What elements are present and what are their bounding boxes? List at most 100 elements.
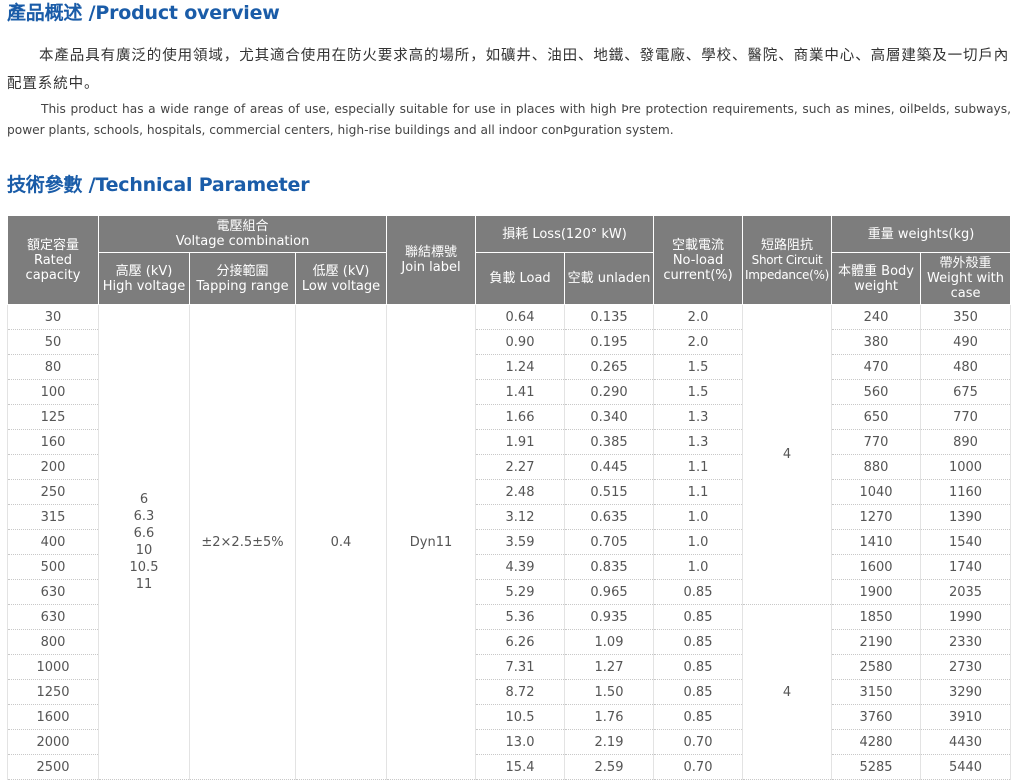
cell-load: 6.26	[475, 629, 566, 655]
product-overview-title: 產品概述 /Product overview	[7, 2, 280, 24]
header-tapping-range-en: Tapping range	[196, 278, 289, 294]
cell-no-load-current: 1.3	[653, 404, 744, 430]
cell-body-weight: 650	[831, 404, 922, 430]
cell-no-load-current: 1.0	[653, 504, 744, 530]
cell-capacity: 30	[7, 304, 99, 330]
cell-load: 0.90	[475, 329, 566, 355]
cell-unladen: 1.09	[564, 629, 655, 655]
cell-body-weight: 470	[831, 354, 922, 380]
header-low-voltage-en: Low voltage	[301, 278, 381, 294]
technical-parameter-table: 額定容量 Rated capacity 電壓組合 Voltage combina…	[7, 215, 1012, 780]
cell-unladen: 0.290	[564, 379, 655, 405]
header-loss: 損耗 Loss(120° kW)	[475, 215, 655, 253]
header-high-voltage: 高壓 (kV) High voltage	[98, 252, 190, 305]
cell-case-weight: 1540	[920, 529, 1012, 555]
header-body-weight: 本體重 Body weight	[831, 252, 922, 305]
header-load: 負載 Load	[475, 252, 566, 305]
cell-load: 5.29	[475, 579, 566, 605]
cell-load: 5.36	[475, 604, 566, 630]
header-rated-capacity-en2: capacity	[25, 267, 81, 283]
cell-unladen: 0.965	[564, 579, 655, 605]
cell-case-weight: 2035	[920, 579, 1012, 605]
cell-load: 13.0	[475, 729, 566, 755]
cell-join-label: Dyn11	[386, 304, 477, 780]
cell-case-weight: 1390	[920, 504, 1012, 530]
cell-load: 1.24	[475, 354, 566, 380]
cell-case-weight: 1990	[920, 604, 1012, 630]
table-row: 30 6 6.3 6.6 10 10.5 11 ±2×2.5±5% 0.4 Dyn11 0.64 0.…	[7, 304, 1012, 780]
cell-capacity: 160	[7, 429, 99, 455]
cell-capacity: 630	[7, 579, 99, 605]
cell-no-load-current: 1.1	[653, 479, 744, 505]
cell-no-load-current: 0.85	[653, 579, 744, 605]
high-voltage-value: 6.3	[133, 509, 155, 524]
cell-body-weight: 1040	[831, 479, 922, 505]
cell-capacity: 630	[7, 604, 99, 630]
cell-unladen: 2.19	[564, 729, 655, 755]
high-voltage-value: 10	[135, 543, 153, 558]
header-unladen-label: 空載 unladen	[567, 271, 651, 286]
cell-capacity: 125	[7, 404, 99, 430]
cell-capacity: 800	[7, 629, 99, 655]
table-body: 30 6 6.3 6.6 10 10.5 11 ±2×2.5±5% 0.4 Dyn11 0.64 0.…	[7, 304, 1012, 780]
cell-load: 15.4	[475, 754, 566, 780]
cell-unladen: 2.59	[564, 754, 655, 780]
header-join-label-zh: 聯結標號	[405, 245, 458, 260]
cell-load: 1.91	[475, 429, 566, 455]
cell-capacity: 500	[7, 554, 99, 580]
header-voltage-combination: 電壓組合 Voltage combination	[97, 215, 388, 253]
cell-case-weight: 890	[920, 429, 1012, 455]
cell-case-weight: 1160	[920, 479, 1012, 505]
header-loss-label: 損耗 Loss(120° kW)	[502, 226, 627, 242]
cell-load: 4.39	[475, 554, 566, 580]
cell-body-weight: 1900	[831, 579, 922, 605]
cell-case-weight: 350	[920, 304, 1012, 330]
cell-load: 1.41	[475, 379, 566, 405]
cell-body-weight: 3760	[831, 704, 922, 730]
cell-unladen: 0.340	[564, 404, 655, 430]
cell-no-load-current: 0.85	[653, 604, 744, 630]
cell-case-weight: 770	[920, 404, 1012, 430]
cell-no-load-current: 2.0	[653, 329, 744, 355]
cell-unladen: 1.50	[564, 679, 655, 705]
cell-body-weight: 2190	[831, 629, 922, 655]
cell-tapping-range: ±2×2.5±5%	[189, 304, 296, 780]
header-body-weight-en: weight	[854, 278, 898, 294]
cell-no-load-current: 0.85	[653, 704, 744, 730]
header-rated-capacity-en1: Rated	[33, 252, 73, 268]
cell-body-weight: 1410	[831, 529, 922, 555]
cell-no-load-current: 0.85	[653, 629, 744, 655]
cell-unladen: 1.76	[564, 704, 655, 730]
header-no-load-current: 空載電流 No-load current(%)	[653, 215, 744, 305]
cell-body-weight: 880	[831, 454, 922, 480]
cell-load: 3.12	[475, 504, 566, 530]
cell-body-weight: 240	[831, 304, 922, 330]
cell-no-load-current: 0.85	[653, 654, 744, 680]
header-no-load-current-zh: 空載電流	[672, 237, 725, 253]
header-join-label: 聯結標號 Join label	[386, 215, 477, 305]
cell-no-load-current: 1.0	[653, 529, 744, 555]
cell-load: 0.64	[475, 304, 566, 330]
cell-case-weight: 3290	[920, 679, 1012, 705]
cell-body-weight: 560	[831, 379, 922, 405]
cell-body-weight: 1850	[831, 604, 922, 630]
header-weights: 重量 weights(kg)	[831, 215, 1012, 253]
cell-capacity: 200	[7, 454, 99, 480]
cell-no-load-current: 1.5	[653, 379, 744, 405]
cell-low-voltage: 0.4	[294, 304, 388, 780]
header-high-voltage-en: High voltage	[102, 278, 186, 294]
cell-unladen: 0.445	[564, 454, 655, 480]
cell-case-weight: 490	[920, 329, 1012, 355]
cell-no-load-current: 0.70	[653, 754, 744, 780]
cell-unladen: 0.135	[564, 304, 655, 330]
header-no-load-current-en1: No-load	[672, 252, 724, 268]
header-join-label-en: Join label	[401, 260, 461, 275]
header-tapping-range: 分接範圍 Tapping range	[189, 252, 296, 305]
high-voltage-value: 10.5	[129, 560, 159, 575]
cell-capacity: 100	[7, 379, 99, 405]
high-voltage-value: 11	[135, 577, 153, 592]
cell-capacity: 1000	[7, 654, 99, 680]
header-low-voltage: 低壓 (kV) Low voltage	[294, 252, 388, 305]
cell-case-weight: 1000	[920, 454, 1012, 480]
cell-body-weight: 380	[831, 329, 922, 355]
